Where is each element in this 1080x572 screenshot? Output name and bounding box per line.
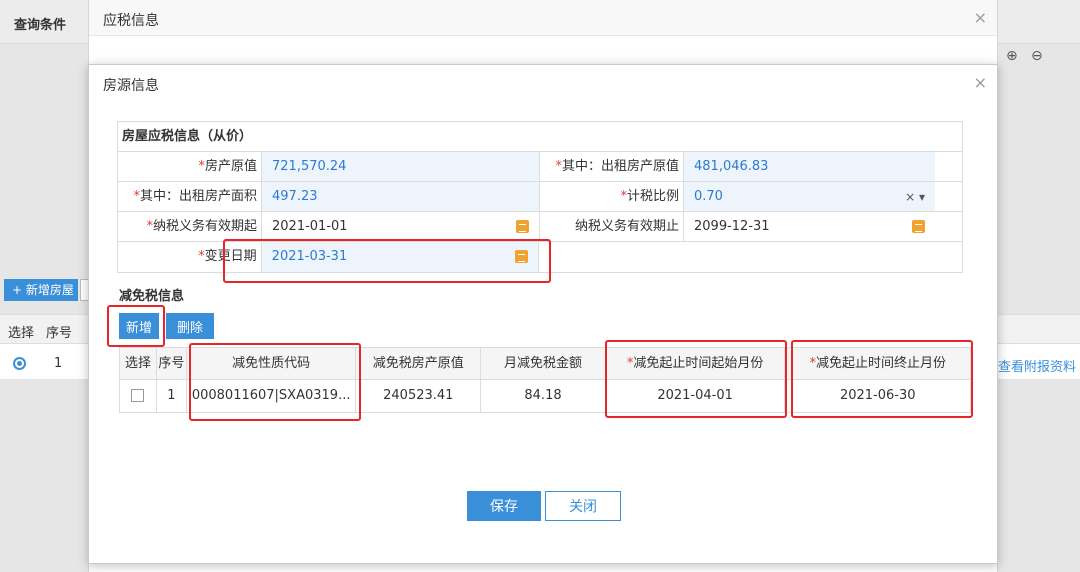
exemption-section-title: 减免税信息 bbox=[119, 289, 185, 304]
info-row: *纳税义务有效期起 2021-01-01 纳税义务有效期止 2099-12-31 bbox=[118, 212, 962, 242]
header-orig-value: 减免税房产原值 bbox=[356, 348, 482, 379]
tax-info-modal-header: 应税信息 × bbox=[89, 0, 997, 36]
calendar-icon[interactable] bbox=[516, 220, 529, 233]
close-icon[interactable]: × bbox=[974, 73, 987, 92]
field-label: *房产原值 bbox=[118, 152, 262, 181]
tax-info-section-title: 房屋应税信息（从价） bbox=[118, 122, 962, 152]
header-select: 选择 bbox=[120, 348, 157, 379]
end-month-cell[interactable]: 2021-06-30 bbox=[785, 380, 970, 412]
header-monthly-amount: 月减免税金额 bbox=[481, 348, 606, 379]
close-button[interactable]: 关闭 bbox=[545, 491, 621, 521]
field-label: *其中：出租房产面积 bbox=[118, 182, 262, 211]
grid-header-select: 选择 bbox=[8, 326, 35, 341]
info-row: *其中：出租房产面积 497.23 *计税比例 0.70 × ▾ bbox=[118, 182, 962, 212]
row-seq: 1 bbox=[157, 380, 187, 412]
exemption-code-cell[interactable]: 0008011607|SXA0319... bbox=[187, 380, 357, 412]
house-source-modal: 房源信息 × 房屋应税信息（从价） *房产原值 721,570.24 *其中：出… bbox=[88, 64, 998, 564]
tax-info-panel: 房屋应税信息（从价） *房产原值 721,570.24 *其中：出租房产原值 4… bbox=[117, 121, 963, 273]
exemption-table-header: 选择 序号 减免性质代码 减免税房产原值 月减免税金额 *减免起止时间起始月份 … bbox=[120, 348, 970, 380]
field-label: *变更日期 bbox=[118, 242, 262, 272]
info-row: *变更日期 2021-03-31 bbox=[118, 242, 963, 272]
header-code: 减免性质代码 bbox=[187, 348, 357, 379]
field-label: *其中：出租房产原值 bbox=[540, 152, 684, 181]
orig-value-cell[interactable]: 240523.41 bbox=[356, 380, 482, 412]
house-original-value-field[interactable]: 721,570.24 bbox=[262, 152, 540, 181]
field-label: 纳税义务有效期止 bbox=[540, 212, 684, 241]
tax-period-start-field[interactable]: 2021-01-01 bbox=[262, 212, 540, 241]
close-icon[interactable]: × bbox=[974, 8, 987, 27]
start-month-cell[interactable]: 2021-04-01 bbox=[606, 380, 786, 412]
zoom-out-icon[interactable]: ⊖ bbox=[1031, 48, 1043, 64]
row-checkbox[interactable] bbox=[131, 389, 145, 402]
tax-info-modal-title: 应税信息 bbox=[103, 13, 159, 29]
row-radio[interactable] bbox=[13, 357, 26, 370]
monthly-amount-cell[interactable]: 84.18 bbox=[481, 380, 606, 412]
info-row: *房产原值 721,570.24 *其中：出租房产原值 481,046.83 bbox=[118, 152, 962, 182]
calendar-icon[interactable] bbox=[515, 250, 529, 263]
clear-dropdown-icon[interactable]: × ▾ bbox=[905, 182, 925, 212]
add-exemption-button[interactable]: 新增 bbox=[119, 313, 159, 339]
grid-header-seq: 序号 bbox=[46, 326, 73, 341]
view-attachments-link[interactable]: 查看附报资料 bbox=[998, 356, 1076, 375]
add-house-button[interactable]: + 新增房屋 bbox=[4, 279, 78, 301]
rental-area-field[interactable]: 497.23 bbox=[262, 182, 540, 211]
header-seq: 序号 bbox=[157, 348, 187, 379]
field-label: *计税比例 bbox=[540, 182, 684, 211]
row-checkbox-cell bbox=[120, 380, 157, 412]
header-end-month: *减免起止时间终止月份 bbox=[809, 356, 946, 371]
tax-period-end-field[interactable]: 2099-12-31 bbox=[684, 212, 935, 241]
query-conditions-title: 查询条件 bbox=[14, 18, 67, 33]
field-label: *纳税义务有效期起 bbox=[118, 212, 262, 241]
change-date-field[interactable]: 2021-03-31 bbox=[261, 242, 540, 272]
header-start-month: *减免起止时间起始月份 bbox=[606, 348, 786, 379]
save-button[interactable]: 保存 bbox=[467, 491, 541, 521]
empty-cell bbox=[539, 242, 963, 272]
calendar-icon[interactable] bbox=[912, 220, 925, 233]
zoom-in-icon[interactable]: ⊕ bbox=[1006, 48, 1018, 64]
table-row[interactable]: 1 0008011607|SXA0319... 240523.41 84.18 … bbox=[120, 380, 970, 412]
exemption-table: 选择 序号 减免性质代码 减免税房产原值 月减免税金额 *减免起止时间起始月份 … bbox=[119, 347, 971, 413]
delete-exemption-button[interactable]: 删除 bbox=[166, 313, 214, 339]
house-source-modal-header: 房源信息 × bbox=[89, 65, 997, 101]
rental-original-value-field[interactable]: 481,046.83 bbox=[684, 152, 935, 181]
tax-ratio-select[interactable]: 0.70 × ▾ bbox=[684, 182, 935, 211]
row-seq: 1 bbox=[54, 356, 63, 371]
house-source-modal-title: 房源信息 bbox=[103, 78, 159, 94]
